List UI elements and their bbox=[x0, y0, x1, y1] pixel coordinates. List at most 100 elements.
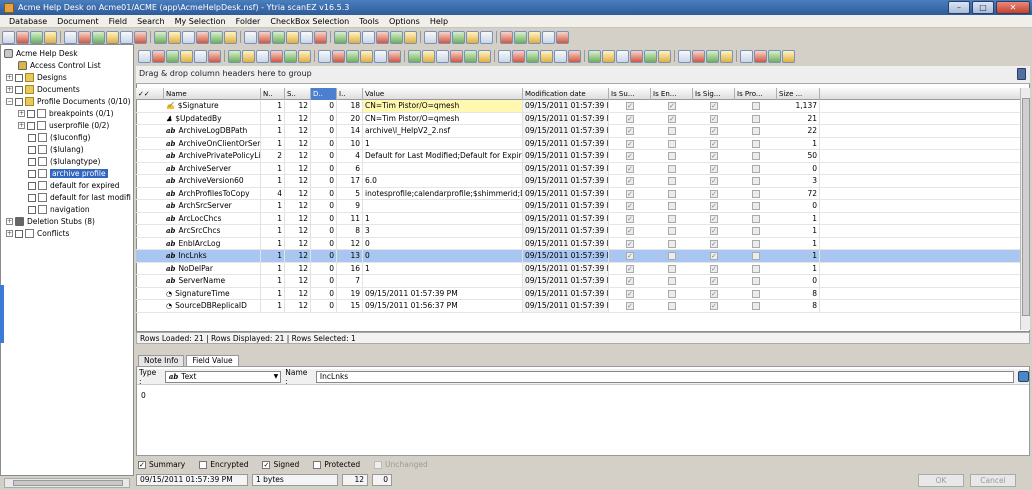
tree-checkbox[interactable] bbox=[28, 169, 36, 178]
toolbar-button-icon[interactable] bbox=[244, 30, 257, 44]
toolbar-button-icon[interactable] bbox=[658, 49, 671, 63]
minimize-button[interactable]: – bbox=[948, 1, 970, 14]
menu-field[interactable]: Field bbox=[104, 17, 132, 26]
table-row[interactable]: ab ArchiveVersion60 1 12 0 17 6.0 09/15/2011 01… bbox=[136, 175, 1020, 188]
tree-item-default-expired[interactable]: default for expired bbox=[28, 180, 120, 191]
tree-item-designs[interactable]: + Designs bbox=[6, 72, 67, 83]
toolbar-button-icon[interactable] bbox=[500, 30, 513, 44]
toolbar-button-icon[interactable] bbox=[630, 49, 643, 63]
tree-checkbox[interactable] bbox=[28, 205, 36, 214]
toolbar-button-icon[interactable] bbox=[498, 49, 511, 63]
toolbar-button-icon[interactable] bbox=[376, 30, 389, 44]
menu-checkbox-selection[interactable]: CheckBox Selection bbox=[265, 17, 354, 26]
toolbar-button-icon[interactable] bbox=[154, 30, 167, 44]
toolbar-button-icon[interactable] bbox=[436, 49, 449, 63]
toolbar-button-icon[interactable] bbox=[740, 49, 753, 63]
toolbar-button-icon[interactable] bbox=[616, 49, 629, 63]
signed-checkbox[interactable] bbox=[262, 460, 271, 469]
tab-note-info[interactable]: Note Info bbox=[138, 355, 185, 366]
toolbar-button-icon[interactable] bbox=[334, 30, 347, 44]
tree-checkbox[interactable] bbox=[28, 133, 36, 142]
tree-item-breakpoints[interactable]: + breakpoints (0/1) bbox=[18, 108, 114, 119]
close-button[interactable]: ✕ bbox=[996, 1, 1030, 14]
name-field[interactable]: IncLnks bbox=[315, 370, 1015, 383]
grid-vertical-scrollbar[interactable] bbox=[1020, 88, 1030, 330]
toolbar-button-icon[interactable] bbox=[194, 49, 207, 63]
encrypted-checkbox[interactable] bbox=[199, 460, 208, 469]
toolbar-button-icon[interactable] bbox=[374, 49, 387, 63]
apply-icon[interactable] bbox=[1018, 371, 1029, 382]
tree-checkbox[interactable] bbox=[28, 193, 36, 202]
tree-item-default-last-modified[interactable]: default for last modifi bbox=[28, 192, 131, 203]
tree-checkbox[interactable] bbox=[28, 145, 36, 154]
menu-folder[interactable]: Folder bbox=[231, 17, 266, 26]
tree-item-luconfig[interactable]: ($luconfig) bbox=[28, 132, 90, 143]
tree-checkbox[interactable] bbox=[15, 85, 23, 94]
toolbar-button-icon[interactable] bbox=[44, 30, 57, 44]
toolbar-button-icon[interactable] bbox=[480, 30, 493, 44]
toolbar-button-icon[interactable] bbox=[228, 49, 241, 63]
toolbar-button-icon[interactable] bbox=[224, 30, 237, 44]
table-row[interactable]: ◔ SignatureTime 1 12 0 19 09/15/2011 01:57:39 … bbox=[136, 287, 1020, 300]
tree-item-navigation[interactable]: navigation bbox=[28, 204, 90, 215]
tree-item-database[interactable]: Acme Help Desk bbox=[4, 48, 78, 59]
toolbar-button-icon[interactable] bbox=[512, 49, 525, 63]
tree-item-deletion-stubs[interactable]: + Deletion Stubs (8) bbox=[6, 216, 95, 227]
toolbar-button-icon[interactable] bbox=[388, 49, 401, 63]
toolbar-button-icon[interactable] bbox=[424, 30, 437, 44]
toolbar-button-icon[interactable] bbox=[16, 30, 29, 44]
toolbar-button-icon[interactable] bbox=[208, 49, 221, 63]
toolbar-button-icon[interactable] bbox=[166, 49, 179, 63]
menu-tools[interactable]: Tools bbox=[354, 17, 384, 26]
expand-plus-icon[interactable]: + bbox=[6, 86, 13, 93]
column-name[interactable]: Name bbox=[164, 88, 261, 100]
toolbar-button-icon[interactable] bbox=[314, 30, 327, 44]
toolbar-button-icon[interactable] bbox=[78, 30, 91, 44]
header-filter-icons[interactable]: ✓✓ bbox=[136, 88, 164, 100]
menu-database[interactable]: Database bbox=[4, 17, 52, 26]
tree-item-conflicts[interactable]: + Conflicts bbox=[6, 228, 69, 239]
toolbar-button-icon[interactable] bbox=[528, 30, 541, 44]
toolbar-button-icon[interactable] bbox=[138, 49, 151, 63]
toolbar-button-icon[interactable] bbox=[452, 30, 465, 44]
column-is-signed[interactable]: Is Sig... bbox=[693, 88, 735, 100]
toolbar-button-icon[interactable] bbox=[30, 30, 43, 44]
menu-document[interactable]: Document bbox=[52, 17, 103, 26]
toolbar-button-icon[interactable] bbox=[768, 49, 781, 63]
toolbar-button-icon[interactable] bbox=[256, 49, 269, 63]
toolbar-button-icon[interactable] bbox=[408, 49, 421, 63]
tree-item-archive-profile[interactable]: archive profile bbox=[28, 168, 108, 179]
toolbar-button-icon[interactable] bbox=[514, 30, 527, 44]
table-row[interactable]: ab ArchivePrivatePolicyList 2 12 0 4 Default f… bbox=[136, 150, 1020, 163]
menu-help[interactable]: Help bbox=[425, 17, 453, 26]
flag-signed[interactable]: Signed bbox=[262, 459, 299, 470]
table-row[interactable]: abServerName1120709/15/2011 01:57:39 PM0 bbox=[136, 275, 1020, 288]
table-row[interactable]: ab ArchProfilesToCopy 4 12 0 5 inotesprofile;c… bbox=[136, 187, 1020, 200]
table-row[interactable]: ab ArcSrcChcs 1 12 0 8 3 09/15/2011 01:57:39 PM… bbox=[136, 225, 1020, 238]
table-row[interactable]: ab ArchiveLogDBPath 1 12 0 14 archive\l_HelpV2… bbox=[136, 125, 1020, 138]
toolbar-button-icon[interactable] bbox=[300, 30, 313, 44]
table-row[interactable]: ab ArcLocChcs 1 12 0 11 1 09/15/2011 01:57:39 P… bbox=[136, 212, 1020, 225]
toolbar-button-icon[interactable] bbox=[210, 30, 223, 44]
column-is-protected[interactable]: Is Pro... bbox=[735, 88, 777, 100]
toolbar-button-icon[interactable] bbox=[526, 49, 539, 63]
scroll-thumb[interactable] bbox=[13, 480, 123, 486]
tree-item-userprofile[interactable]: + userprofile (0/2) bbox=[18, 120, 109, 131]
tree-item-lulang[interactable]: ($lulang) bbox=[28, 144, 84, 155]
protected-checkbox[interactable] bbox=[313, 460, 322, 469]
group-by-area[interactable]: Drag & drop column headers here to group bbox=[136, 66, 1030, 84]
toolbar-button-icon[interactable] bbox=[554, 49, 567, 63]
toolbar-button-icon[interactable] bbox=[2, 30, 15, 44]
tree-item-acl[interactable]: Access Control List bbox=[18, 60, 101, 71]
toolbar-button-icon[interactable] bbox=[466, 30, 479, 44]
table-row[interactable]: ab EnblArcLog 1 12 0 12 0 09/15/2011 01:57:39 P… bbox=[136, 237, 1020, 250]
toolbar-button-icon[interactable] bbox=[242, 49, 255, 63]
toolbar-button-icon[interactable] bbox=[332, 49, 345, 63]
toolbar-button-icon[interactable] bbox=[180, 49, 193, 63]
toolbar-button-icon[interactable] bbox=[120, 30, 133, 44]
toolbar-button-icon[interactable] bbox=[134, 30, 147, 44]
column-i[interactable]: I.. bbox=[337, 88, 363, 100]
toolbar-button-icon[interactable] bbox=[782, 49, 795, 63]
toolbar-button-icon[interactable] bbox=[556, 30, 569, 44]
expand-plus-icon[interactable]: + bbox=[6, 230, 13, 237]
